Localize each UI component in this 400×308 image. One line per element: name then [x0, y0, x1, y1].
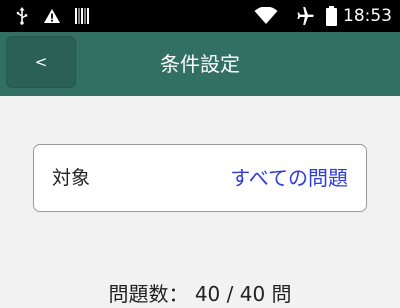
page-title: 条件設定: [160, 52, 240, 76]
airplane-mode-icon: [294, 6, 316, 26]
target-value[interactable]: すべての問題: [230, 145, 348, 211]
back-button[interactable]: <: [6, 36, 76, 88]
target-selector[interactable]: 対象 すべての問題: [33, 144, 367, 212]
barcode-icon: [74, 6, 90, 26]
question-count: 問題数： 40 / 40 問: [60, 280, 340, 308]
question-count-label: 問題数：: [108, 282, 189, 306]
target-label: 対象: [52, 167, 91, 189]
app-bar: < 条件設定: [0, 32, 400, 96]
question-count-value: 40 / 40 問: [194, 282, 292, 306]
usb-icon: [14, 6, 30, 26]
clock-time: 18:53: [343, 6, 392, 26]
warning-icon: [42, 6, 62, 26]
battery-icon: [324, 6, 338, 26]
status-bar: 18:53: [0, 0, 400, 32]
wifi-icon: [254, 6, 278, 26]
